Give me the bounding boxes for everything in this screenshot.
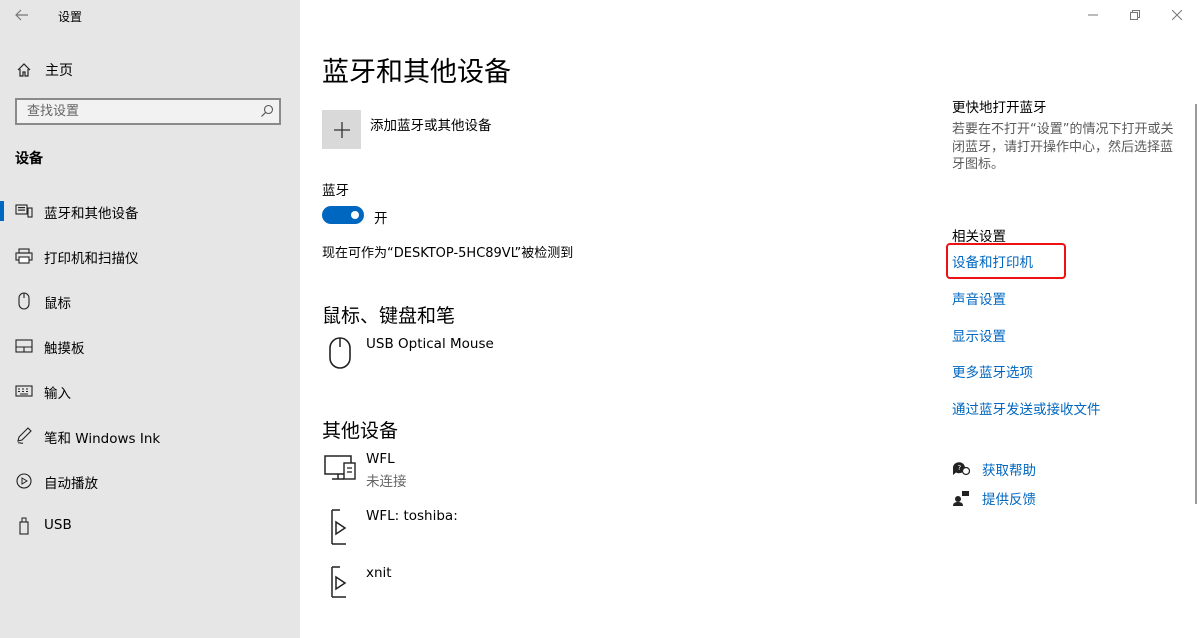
device-item[interactable]: WFL: toshiba: [322, 508, 722, 550]
sidebar-item-pen[interactable]: 笔和 Windows Ink [0, 418, 300, 454]
svg-text:?: ? [958, 464, 962, 472]
back-button[interactable] [8, 2, 36, 28]
minimize-icon [1088, 14, 1098, 16]
search-icon[interactable] [260, 104, 274, 118]
search-input[interactable] [17, 100, 257, 123]
sidebar-item-printers[interactable]: 打印机和扫描仪 [0, 238, 300, 274]
close-icon [1172, 10, 1182, 20]
section-heading-other: 其他设备 [322, 420, 399, 442]
sidebar-item-usb[interactable]: USB [0, 508, 300, 544]
sidebar-item-label: 笔和 Windows Ink [44, 431, 161, 447]
device-item[interactable]: USB Optical Mouse [322, 336, 722, 378]
related-settings-heading: 相关设置 [952, 229, 1006, 245]
minimize-button[interactable] [1078, 4, 1108, 26]
device-name: xnit [366, 565, 392, 581]
get-help-label: 获取帮助 [982, 463, 1036, 479]
add-device-label[interactable]: 添加蓝牙或其他设备 [370, 114, 492, 134]
give-feedback-label: 提供反馈 [982, 492, 1036, 508]
keyboard-icon [15, 382, 33, 400]
link-sound-settings[interactable]: 声音设置 [952, 288, 1006, 308]
media-device-icon [331, 566, 347, 598]
touchpad-icon [15, 337, 33, 355]
mouse-device-icon [329, 337, 351, 369]
link-display-settings[interactable]: 显示设置 [952, 325, 1006, 345]
sidebar-item-label: 主页 [45, 63, 73, 79]
sidebar-item-label: 鼠标 [44, 296, 71, 312]
bluetooth-toggle[interactable] [322, 206, 364, 224]
restore-icon [1130, 10, 1140, 20]
printer-icon [15, 247, 33, 265]
device-name: WFL: toshiba: [366, 508, 458, 524]
add-device-button[interactable] [322, 110, 361, 149]
highlight-box [946, 243, 1066, 279]
sidebar: 设置 主页 设备 蓝牙和其他设备 打印机和扫描仪 鼠标 触摸板 [0, 0, 300, 638]
get-help-link[interactable]: ? 获取帮助 [952, 458, 1036, 480]
mouse-icon [15, 292, 33, 310]
sidebar-item-label: 打印机和扫描仪 [44, 251, 139, 267]
link-more-bluetooth-options[interactable]: 更多蓝牙选项 [952, 361, 1033, 381]
window-title: 设置 [58, 10, 83, 24]
discoverable-text: 现在可作为“DESKTOP-5HC89VL”被检测到 [322, 246, 574, 261]
bluetooth-devices-icon [15, 202, 33, 220]
usb-icon [15, 517, 33, 535]
sidebar-item-bluetooth[interactable]: 蓝牙和其他设备 [0, 193, 300, 229]
restore-button[interactable] [1120, 4, 1150, 26]
scrollbar[interactable] [1195, 104, 1197, 504]
pen-icon [15, 427, 33, 445]
sidebar-item-mouse[interactable]: 鼠标 [0, 283, 300, 319]
device-item[interactable]: WFL 未连接 [322, 451, 722, 493]
sidebar-item-label: 触摸板 [44, 341, 85, 357]
link-send-receive-files[interactable]: 通过蓝牙发送或接收文件 [952, 398, 1101, 418]
quick-bluetooth-description: 若要在不打开“设置”的情况下打开或关闭蓝牙，请打开操作中心，然后选择蓝牙图标。 [952, 122, 1174, 173]
sidebar-item-home[interactable]: 主页 [16, 60, 73, 80]
page-title: 蓝牙和其他设备 [322, 57, 511, 88]
search-box [15, 98, 281, 125]
back-arrow-icon [15, 9, 28, 21]
network-device-icon [324, 455, 356, 480]
sidebar-item-typing[interactable]: 输入 [0, 373, 300, 409]
close-button[interactable] [1162, 4, 1192, 26]
sidebar-item-label: USB [44, 517, 72, 533]
main-content: 蓝牙和其他设备 添加蓝牙或其他设备 蓝牙 开 现在可作为“DESKTOP-5HC… [300, 0, 1200, 638]
home-icon [16, 62, 34, 78]
plus-icon [333, 121, 350, 138]
sidebar-item-label: 蓝牙和其他设备 [44, 206, 139, 222]
quick-bluetooth-heading: 更快地打开蓝牙 [952, 100, 1047, 116]
bluetooth-label: 蓝牙 [322, 183, 349, 199]
device-status: 未连接 [366, 474, 407, 490]
section-heading-mouse: 鼠标、键盘和笔 [322, 305, 456, 327]
bluetooth-toggle-state: 开 [374, 211, 388, 227]
give-feedback-link[interactable]: 提供反馈 [952, 487, 1036, 509]
sidebar-item-label: 输入 [44, 386, 71, 402]
sidebar-item-touchpad[interactable]: 触摸板 [0, 328, 300, 364]
help-chat-icon: ? [952, 460, 970, 478]
media-device-icon [331, 509, 347, 545]
device-name: USB Optical Mouse [366, 336, 494, 352]
autoplay-icon [15, 472, 33, 490]
device-name: WFL [366, 451, 395, 467]
sidebar-item-label: 自动播放 [44, 476, 98, 492]
device-item[interactable]: xnit [322, 565, 722, 607]
sidebar-item-autoplay[interactable]: 自动播放 [0, 463, 300, 499]
section-label: 设备 [15, 151, 43, 167]
feedback-icon [952, 489, 970, 507]
